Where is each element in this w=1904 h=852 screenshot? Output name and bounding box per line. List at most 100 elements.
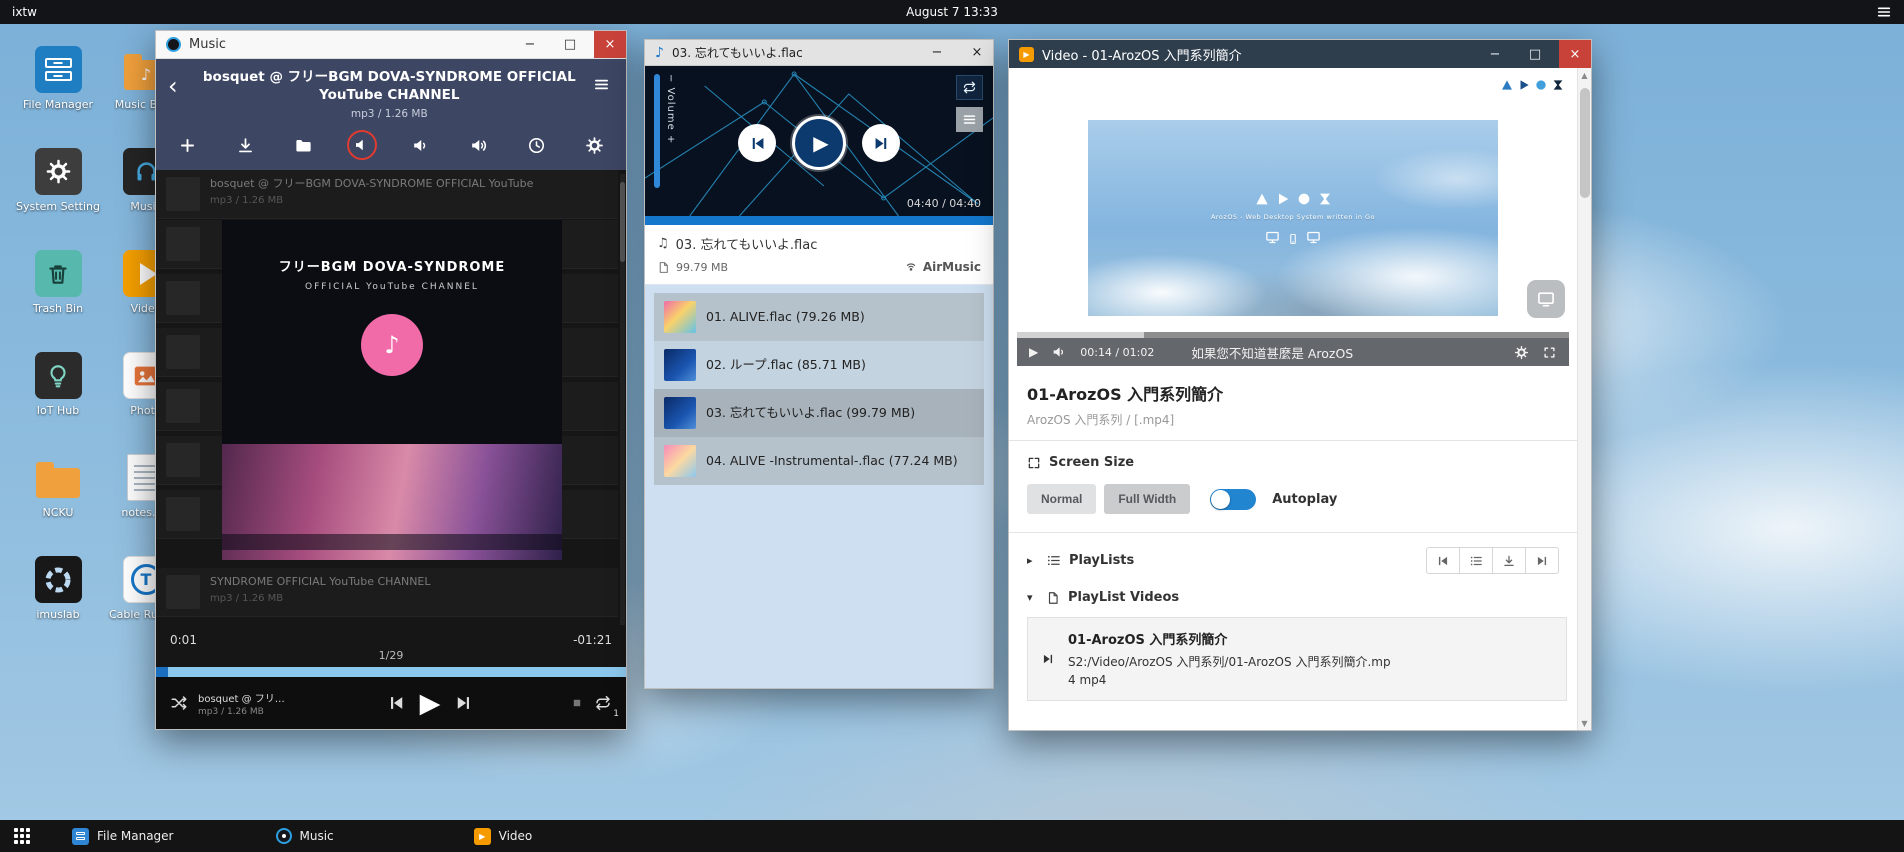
back-button[interactable]: ‹ — [166, 68, 186, 98]
folder-icon — [35, 454, 82, 501]
album-art — [664, 445, 696, 477]
track-list-item[interactable]: 04. ALIVE -Instrumental-.flac (77.24 MB) — [654, 437, 984, 485]
album-art — [664, 349, 696, 381]
video-titlebar[interactable]: ▶ Video - 01-ArozOS 入門系列簡介 − □ × — [1009, 40, 1591, 68]
minimize-button[interactable]: − — [1479, 40, 1511, 68]
taskbar-item-file-manager[interactable]: File Manager — [72, 828, 174, 845]
desktop-icon-label: System Setting — [16, 200, 100, 214]
volume-up-button[interactable] — [463, 130, 493, 160]
play-button[interactable]: ▶ — [792, 116, 846, 170]
track-list-item[interactable]: 01. ALIVE.flac (79.26 MB) — [654, 293, 984, 341]
add-button[interactable] — [172, 130, 202, 160]
elapsed-time: 0:01 — [170, 633, 197, 647]
minimize-button[interactable]: − — [921, 40, 953, 65]
topbar-menu-icon[interactable] — [1876, 4, 1892, 20]
desktop-icon-iot-hub[interactable]: IoT Hub — [14, 348, 102, 450]
playlist-video-item[interactable]: 01-ArozOS 入門系列簡介 S2:/Video/ArozOS 入門系列/0… — [1027, 617, 1567, 701]
repeat-button[interactable]: 1 — [594, 694, 612, 712]
music-note-icon: ♫ — [657, 236, 669, 251]
normal-size-button[interactable]: Normal — [1027, 484, 1096, 514]
loop-button[interactable] — [956, 75, 983, 100]
playlist-list-button[interactable] — [1459, 547, 1493, 574]
video-display[interactable]: ArozOS - Web Desktop System written in G… — [1088, 120, 1498, 316]
next-track-button[interactable] — [862, 124, 900, 162]
volume-button[interactable] — [1051, 344, 1067, 360]
video-settings-button[interactable] — [1514, 345, 1529, 360]
music-window: Music − □ × ‹ bosquet @ フリーBGM DOVA-SYND… — [155, 30, 627, 730]
previous-track-button[interactable] — [738, 124, 776, 162]
desktop-icon-file-manager[interactable]: File Manager — [14, 42, 102, 144]
audio-time-display: 04:40 / 04:40 — [907, 197, 981, 210]
taskbar: File Manager Music ▶ Video — [0, 820, 1904, 852]
repeat-count-badge: 1 — [613, 709, 619, 719]
video-window: ▶ Video - 01-ArozOS 入門系列簡介 − □ × ArozOS … — [1008, 39, 1592, 731]
desktop-icon-system-setting[interactable]: System Setting — [14, 144, 102, 246]
audio-seek-bar[interactable] — [645, 216, 993, 225]
menu-icon[interactable] — [593, 68, 616, 93]
full-width-button[interactable]: Full Width — [1104, 484, 1190, 514]
minimize-button[interactable]: − — [514, 31, 546, 58]
maximize-button[interactable]: □ — [1519, 40, 1551, 68]
previous-video-button[interactable] — [1426, 547, 1460, 574]
close-button[interactable]: × — [1559, 40, 1591, 68]
desktop-icon-trash-bin[interactable]: Trash Bin — [14, 246, 102, 348]
next-video-button[interactable] — [1525, 547, 1559, 574]
volume-slider-track[interactable] — [654, 74, 660, 188]
playlist-row-dim[interactable]: SYNDROME OFFICIAL YouTube CHANNEL mp3 / … — [156, 568, 618, 617]
airmusic-titlebar[interactable]: ♪ 03. 忘れてもいいよ.flac − × — [645, 40, 993, 66]
play-button[interactable]: ▶ — [420, 690, 441, 717]
app-launcher-icon[interactable] — [14, 828, 30, 844]
clock-label: August 7 13:33 — [906, 5, 998, 19]
playlist-row-dim[interactable]: bosquet @ フリーBGM DOVA-SYNDROME OFFICIAL … — [156, 170, 618, 219]
desktop-icon-label: imuslab — [36, 608, 79, 622]
cast-button[interactable] — [1527, 280, 1565, 318]
scrollbar-thumb[interactable] — [620, 182, 625, 262]
video-scrollbar[interactable]: ▲ ▼ — [1577, 68, 1591, 730]
next-track-button[interactable] — [454, 693, 474, 713]
thumbnail-play-badge: ♪ — [361, 314, 423, 376]
sleep-timer-button[interactable] — [522, 130, 552, 160]
maximize-button[interactable]: □ — [554, 31, 586, 58]
seek-bar[interactable] — [156, 667, 626, 677]
scroll-up-icon[interactable]: ▲ — [1581, 68, 1587, 82]
volume-slider[interactable]: − Volume + — [654, 74, 676, 188]
scroll-down-icon[interactable]: ▼ — [1581, 716, 1587, 730]
audio-transport-controls: ▶ — [738, 116, 900, 170]
music-window-titlebar[interactable]: Music − □ × — [156, 31, 626, 59]
scrollbar-thumb[interactable] — [1580, 88, 1590, 198]
music-scrollbar[interactable] — [620, 174, 625, 625]
video-brand-caption: ArozOS - Web Desktop System written in G… — [1211, 213, 1375, 221]
settings-button[interactable] — [580, 130, 610, 160]
music-app-icon — [276, 828, 292, 844]
taskbar-item-video[interactable]: ▶ Video — [474, 828, 533, 845]
video-window-title: Video - 01-ArozOS 入門系列簡介 — [1042, 45, 1242, 64]
track-list-item-selected[interactable]: 03. 忘れてもいいよ.flac (99.79 MB) — [654, 389, 984, 437]
file-manager-icon — [72, 828, 89, 845]
play-button[interactable]: ▶ — [1029, 345, 1038, 359]
track-list-item[interactable]: 02. ループ.flac (85.71 MB) — [654, 341, 984, 389]
fullscreen-button[interactable] — [1542, 345, 1557, 360]
autoplay-label: Autoplay — [1272, 492, 1337, 507]
previous-track-button[interactable] — [386, 693, 406, 713]
playlist-menu-button[interactable] — [956, 107, 983, 132]
playlist-videos-row[interactable]: ▾ PlayList Videos — [1009, 588, 1577, 615]
desktop-icon-ncku[interactable]: NCKU — [14, 450, 102, 552]
mute-button[interactable] — [347, 130, 377, 160]
video-control-bar: ▶ 00:14 / 01:02 如果您不知道甚麼是 ArozOS — [1017, 338, 1569, 366]
close-button[interactable]: × — [594, 31, 626, 58]
open-folder-button[interactable] — [289, 130, 319, 160]
volume-down-button[interactable] — [405, 130, 435, 160]
autoplay-toggle[interactable] — [1210, 489, 1256, 510]
file-size-label: 99.79 MB — [676, 261, 728, 274]
download-button[interactable] — [230, 130, 260, 160]
screen-size-label: Screen Size — [1049, 455, 1134, 470]
stop-button[interactable] — [570, 696, 584, 710]
video-title: 01-ArozOS 入門系列簡介 — [1027, 381, 1559, 405]
close-button[interactable]: × — [961, 40, 993, 65]
playlists-row[interactable]: ▸ PlayLists — [1009, 533, 1577, 588]
download-video-button[interactable] — [1492, 547, 1526, 574]
desktop-icon-imuslab[interactable]: imuslab — [14, 552, 102, 654]
taskbar-item-music[interactable]: Music — [276, 828, 334, 844]
device-icons — [1265, 230, 1321, 245]
shuffle-button[interactable] — [170, 694, 188, 712]
